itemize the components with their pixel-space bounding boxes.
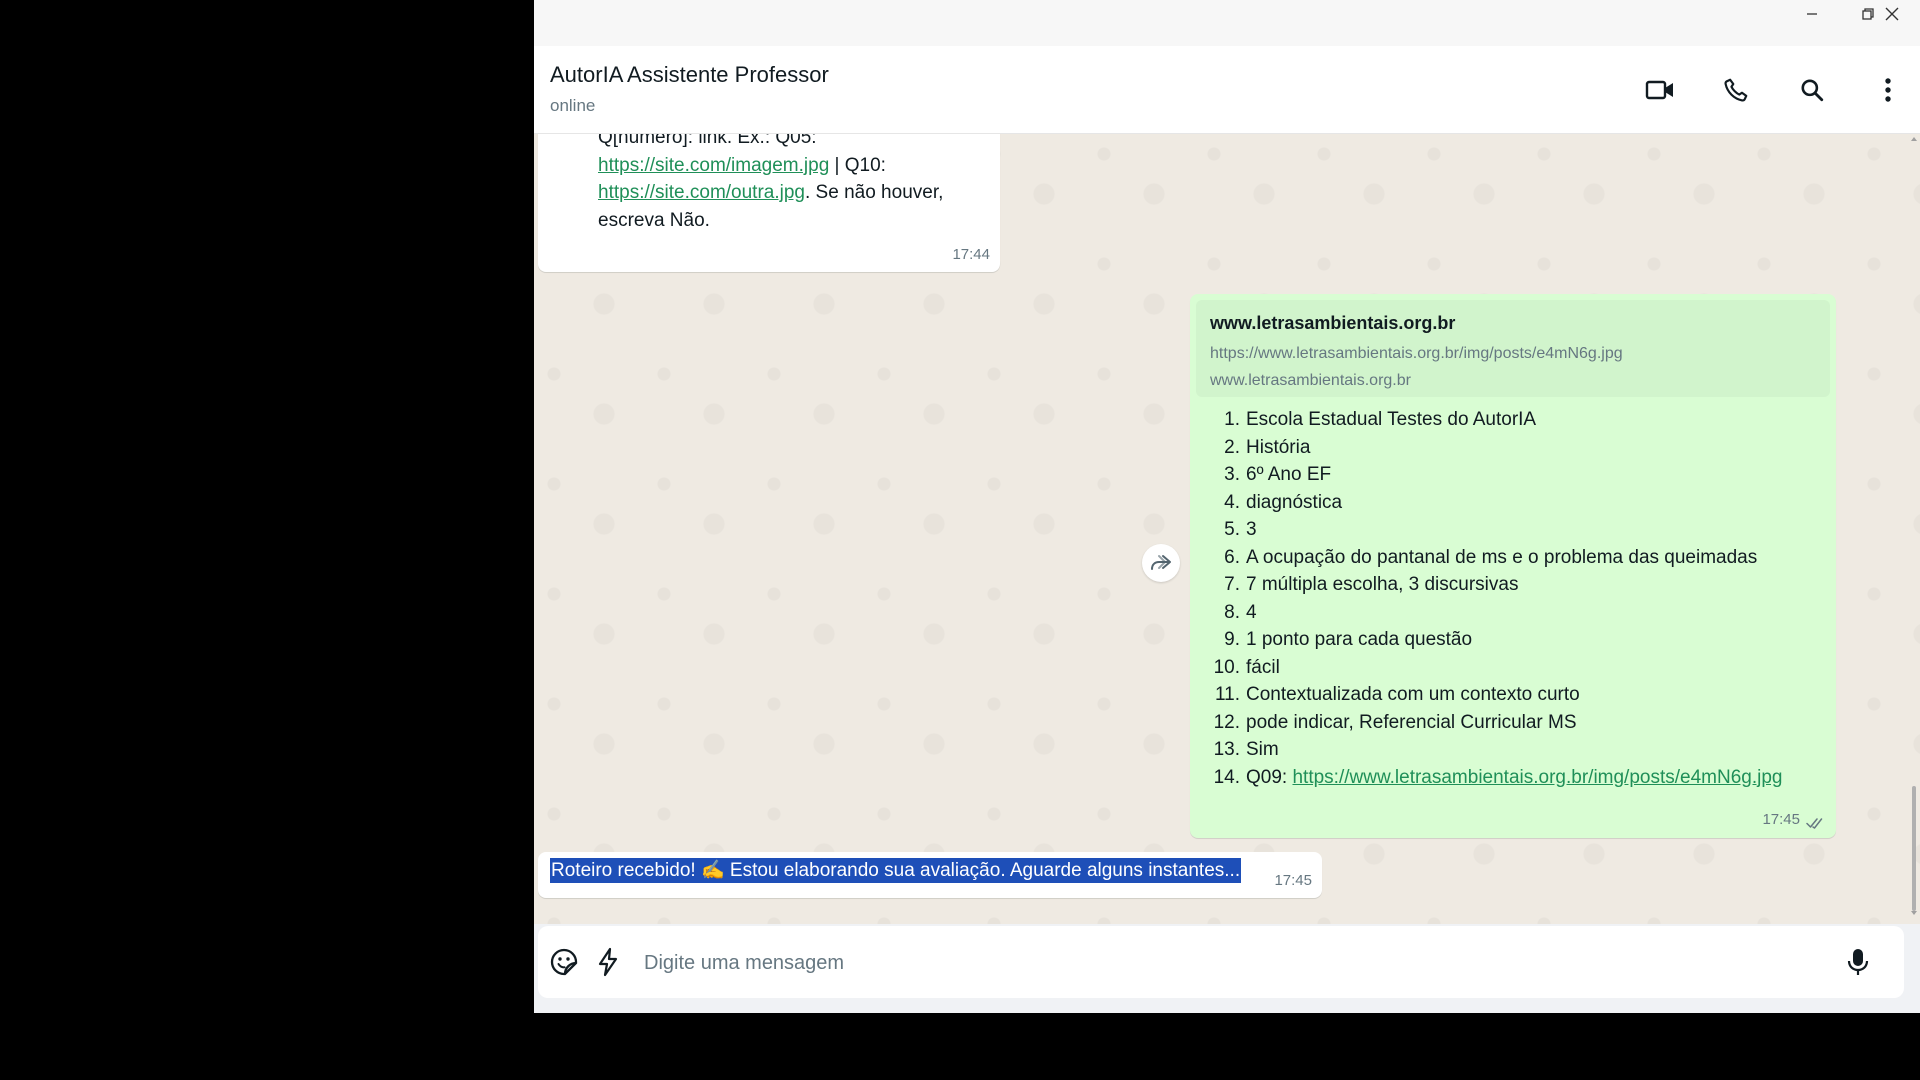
- list-number: 2.: [1224, 436, 1240, 458]
- close-window-button[interactable]: [1864, 0, 1920, 28]
- forward-icon: [1151, 555, 1171, 570]
- list-number: 5.: [1224, 519, 1240, 540]
- list-text: fácil: [1246, 656, 1280, 678]
- list-item: 11. Contextualizada com um contexto curto: [1190, 681, 1782, 709]
- video-camera-icon: [1645, 80, 1673, 100]
- search-chat-button[interactable]: [1790, 68, 1834, 112]
- list-number: 8.: [1224, 601, 1240, 623]
- message-time: 17:45: [1762, 810, 1800, 828]
- list-text: Sim: [1246, 739, 1279, 760]
- double-check-icon: [1806, 818, 1823, 829]
- message-time: 17:44: [952, 245, 990, 263]
- list-number: 13.: [1213, 739, 1240, 760]
- list-item: 4. diagnóstica: [1190, 489, 1782, 517]
- incoming-message[interactable]: Roteiro recebido! ✍️ Estou elaborando su…: [538, 852, 1322, 898]
- forward-button[interactable]: [1142, 544, 1180, 582]
- link-preview[interactable]: www.letrasambientais.org.br https://www.…: [1196, 300, 1830, 397]
- composer-box: [538, 926, 1904, 998]
- minimize-icon: [1807, 13, 1817, 15]
- list-number: 7.: [1224, 574, 1240, 595]
- list-text: A ocupação do pantanal de ms e o problem…: [1246, 546, 1758, 568]
- list-text: História: [1246, 436, 1311, 458]
- minimize-button[interactable]: [1784, 0, 1840, 28]
- answer-list: 1. Escola Estadual Testes do AutorIA 2. Hi…: [1190, 406, 1783, 792]
- list-item: 13. Sim: [1190, 736, 1782, 764]
- message-line: https://site.com/imagem.jpg | Q10:: [598, 152, 988, 180]
- list-number: 6.: [1224, 546, 1240, 568]
- list-number: 1.: [1224, 409, 1240, 430]
- chat-header: AutorIA Assistente Professor online: [534, 46, 1920, 134]
- preview-url: https://www.letrasambientais.org.br/img/…: [1210, 345, 1623, 362]
- image-link[interactable]: https://site.com/imagem.jpg: [598, 155, 829, 176]
- close-icon: [1885, 7, 1899, 21]
- message-fragment: | Q10:: [829, 154, 886, 176]
- list-item: 8. 4: [1190, 599, 1782, 627]
- list-text: Q09:: [1246, 766, 1293, 788]
- list-number: 3.: [1224, 464, 1240, 485]
- search-icon: [1801, 79, 1824, 102]
- preview-domain: www.letrasambientais.org.br: [1210, 372, 1411, 389]
- list-item: 5. 3: [1190, 516, 1782, 544]
- message-time: 17:45: [1274, 871, 1312, 889]
- image-link[interactable]: https://site.com/outra.jpg: [598, 182, 805, 203]
- list-item: 14. Q09: https://www.letrasambientais.org…: [1190, 764, 1783, 792]
- list-number: 9.: [1224, 629, 1240, 650]
- list-text: 3: [1246, 519, 1257, 540]
- outgoing-message[interactable]: www.letrasambientais.org.br https://www.…: [1190, 294, 1836, 838]
- image-link[interactable]: https://www.letrasambientais.org.br/img/…: [1292, 767, 1782, 788]
- quick-replies-button[interactable]: [586, 940, 630, 984]
- list-text: 1 ponto para cada questão: [1246, 629, 1473, 650]
- message-input[interactable]: [642, 944, 1776, 982]
- composer-bar: [534, 924, 1920, 1013]
- message-line: escreva Não.: [598, 209, 710, 231]
- video-call-button[interactable]: [1638, 68, 1682, 112]
- list-number: 14.: [1213, 766, 1240, 788]
- voice-message-button[interactable]: [1836, 940, 1880, 984]
- message-fragment: . Se não houver,: [805, 182, 944, 203]
- selected-message-text[interactable]: Roteiro recebido! ✍️ Estou elaborando su…: [550, 858, 1242, 883]
- list-text: diagnóstica: [1246, 491, 1343, 513]
- title-bar: [534, 0, 1920, 46]
- message-text: Q[número]: link. Ex.: Q05: https://site.…: [598, 134, 988, 234]
- list-text: pode indicar, Referencial Curricular MS: [1246, 711, 1577, 733]
- list-text: 6º Ano EF: [1246, 464, 1332, 485]
- list-item: 10. fácil: [1190, 654, 1782, 682]
- scroll-up-arrow-icon: [1911, 137, 1917, 141]
- list-number: 10.: [1213, 656, 1240, 678]
- list-item: 3. 6º Ano EF: [1190, 461, 1782, 489]
- list-number: 11.: [1214, 684, 1240, 705]
- whatsapp-window: AutorIA Assistente Professor online Q[nú…: [534, 0, 1920, 1013]
- voice-call-button[interactable]: [1714, 68, 1758, 112]
- sticker-icon: [550, 948, 578, 976]
- list-item: 7. 7 múltipla escolha, 3 discursivas: [1190, 571, 1782, 599]
- scrollbar[interactable]: [1911, 136, 1917, 916]
- list-item: 2. História: [1190, 434, 1782, 462]
- sticker-button[interactable]: [542, 940, 586, 984]
- list-item: 9. 1 ponto para cada questão: [1190, 626, 1782, 654]
- list-item: 6. A ocupação do pantanal de ms e o probl…: [1190, 544, 1782, 572]
- scroll-thumb[interactable]: [1912, 786, 1916, 911]
- more-vertical-icon: [1885, 78, 1891, 102]
- microphone-icon: [1847, 949, 1869, 975]
- list-text: Escola Estadual Testes do AutorIA: [1246, 409, 1537, 430]
- contact-status: online: [550, 96, 596, 115]
- list-item: 12. pode indicar, Referencial Curricular …: [1190, 709, 1782, 737]
- lightning-icon: [598, 947, 618, 977]
- incoming-message[interactable]: Q[número]: link. Ex.: Q05: https://site.…: [538, 134, 1000, 272]
- scroll-down-arrow-icon: [1911, 911, 1917, 915]
- message-line: https://site.com/outra.jpg. Se não houve…: [598, 179, 988, 207]
- list-number: 12.: [1213, 711, 1240, 733]
- menu-button[interactable]: [1866, 68, 1910, 112]
- list-number: 4.: [1224, 491, 1240, 513]
- list-item: 1. Escola Estadual Testes do AutorIA: [1190, 406, 1782, 434]
- list-text: 4: [1246, 601, 1257, 623]
- list-text: Contextualizada com um contexto curto: [1246, 684, 1580, 705]
- list-text: 7 múltipla escolha, 3 discursivas: [1246, 574, 1519, 595]
- preview-title: www.letrasambientais.org.br: [1210, 313, 1456, 333]
- message-line: Q[número]: link. Ex.: Q05:: [598, 134, 817, 148]
- message-list[interactable]: Q[número]: link. Ex.: Q05: https://site.…: [534, 134, 1920, 924]
- contact-name[interactable]: AutorIA Assistente Professor: [550, 62, 829, 88]
- phone-icon: [1724, 78, 1748, 102]
